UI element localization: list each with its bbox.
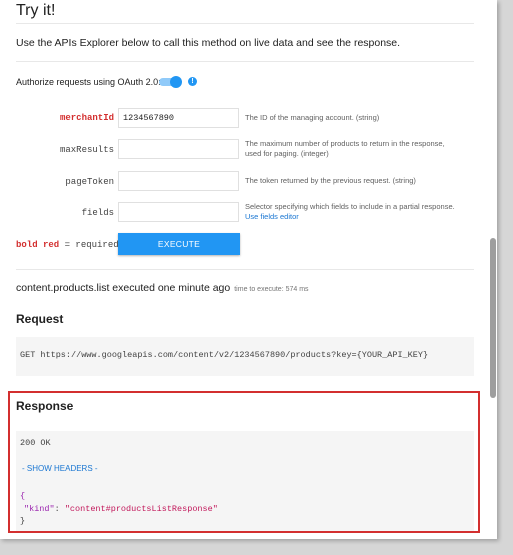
required-legend-rest: = required <box>59 240 119 250</box>
scrollbar-thumb[interactable] <box>490 238 496 398</box>
response-highlight <box>8 391 480 533</box>
divider <box>16 61 474 62</box>
divider <box>16 23 474 24</box>
required-legend-red: bold red <box>16 240 60 250</box>
divider <box>16 269 474 270</box>
request-heading: Request <box>16 312 64 326</box>
request-line: GET https://www.googleapis.com/content/v… <box>20 350 429 360</box>
param-desc-maxresults: The maximum number of products to return… <box>245 139 480 159</box>
info-icon[interactable]: ! <box>188 77 197 86</box>
param-desc-line: used for paging. (integer) <box>245 149 329 158</box>
param-label-maxresults: maxResults <box>59 145 114 155</box>
try-it-panel: Try it! Use the APIs Explorer below to c… <box>0 0 497 539</box>
oauth-label: Authorize requests using OAuth 2.0: <box>16 77 161 87</box>
param-label-fields: fields <box>81 208 114 218</box>
param-label-pagetoken: pageToken <box>65 177 114 187</box>
oauth-toggle[interactable] <box>159 76 182 88</box>
param-desc-pagetoken: The token returned by the previous reque… <box>245 176 416 185</box>
fields-editor-link[interactable]: Use fields editor <box>245 212 480 222</box>
execution-time: time to execute: 574 ms <box>234 286 309 293</box>
fields-input[interactable] <box>118 202 239 222</box>
param-desc-fields: Selector specifying which fields to incl… <box>245 202 480 222</box>
pagetoken-input[interactable] <box>118 171 239 191</box>
execution-status-text: content.products.list executed one minut… <box>16 282 231 294</box>
required-legend: bold red = required <box>16 240 119 250</box>
execution-status: content.products.list executed one minut… <box>16 282 309 294</box>
page-title: Try it! <box>16 2 56 19</box>
param-label-merchantid: merchantId <box>59 113 114 123</box>
toggle-knob <box>170 76 182 88</box>
description-text: Use the APIs Explorer below to call this… <box>16 37 401 49</box>
param-desc-merchantid: The ID of the managing account. (string) <box>245 113 380 122</box>
merchantid-input[interactable] <box>118 108 239 128</box>
param-desc-line: Selector specifying which fields to incl… <box>245 202 455 211</box>
maxresults-input[interactable] <box>118 139 239 159</box>
param-desc-line: The maximum number of products to return… <box>245 139 445 148</box>
execute-button[interactable]: EXECUTE <box>118 233 240 255</box>
request-box: GET https://www.googleapis.com/content/v… <box>16 337 474 376</box>
